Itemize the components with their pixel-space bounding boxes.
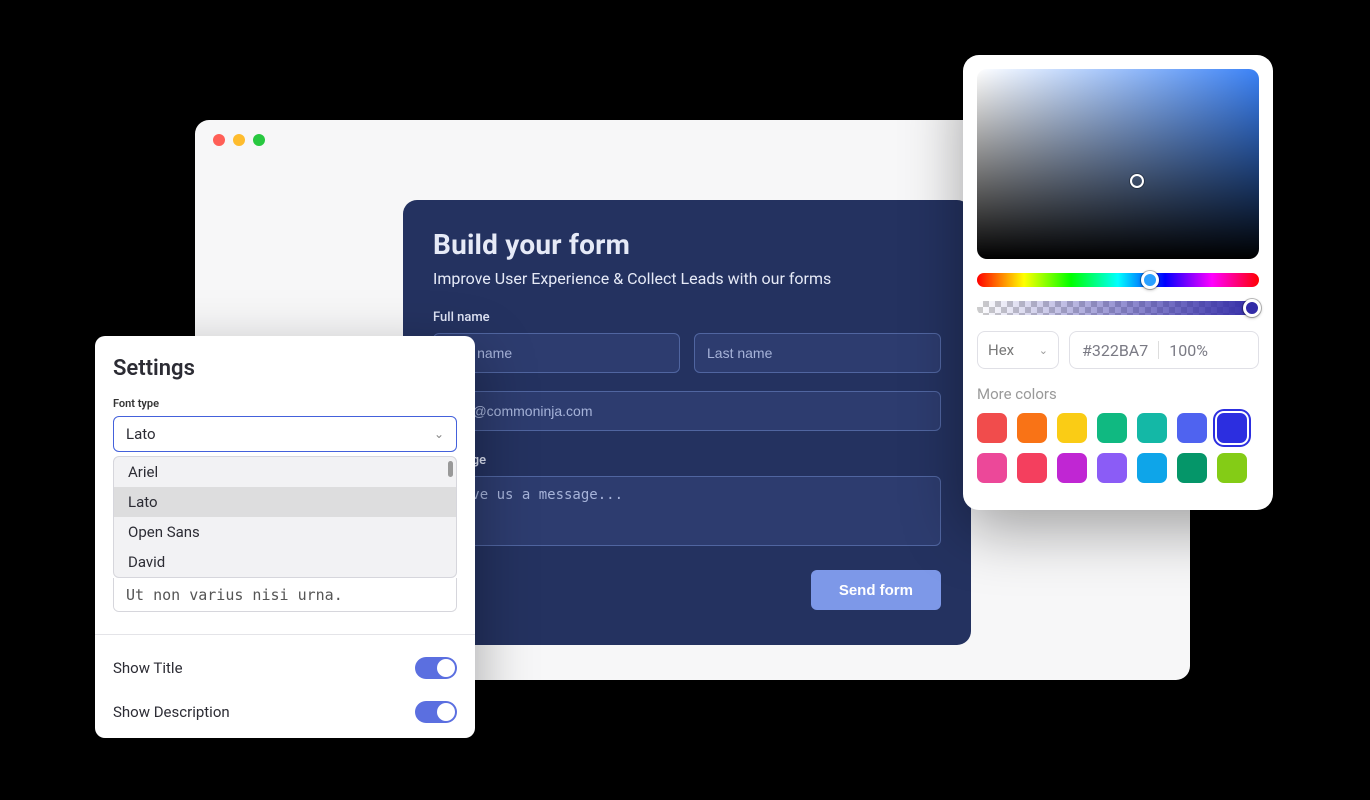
email-input[interactable] xyxy=(433,391,941,431)
saturation-value-area[interactable] xyxy=(977,69,1259,259)
send-form-button[interactable]: Send form xyxy=(811,570,941,610)
swatch-grid xyxy=(977,413,1259,483)
color-swatch[interactable] xyxy=(1097,453,1127,483)
show-title-toggle[interactable] xyxy=(415,657,457,679)
dropdown-option-lato[interactable]: Lato xyxy=(114,487,456,517)
chevron-down-icon: ⌄ xyxy=(1039,344,1048,357)
hue-thumb-icon[interactable] xyxy=(1141,271,1159,289)
alpha-thumb-icon[interactable] xyxy=(1243,299,1261,317)
more-colors-label: More colors xyxy=(977,385,1259,403)
alpha-value: 100% xyxy=(1169,341,1208,360)
color-swatch[interactable] xyxy=(1137,413,1167,443)
color-cursor-icon[interactable] xyxy=(1130,174,1144,188)
color-swatch[interactable] xyxy=(1097,413,1127,443)
color-swatch[interactable] xyxy=(1177,453,1207,483)
close-window-icon[interactable] xyxy=(213,134,225,146)
show-description-label: Show Description xyxy=(113,703,230,721)
settings-title: Settings xyxy=(113,356,457,381)
color-swatch[interactable] xyxy=(1177,413,1207,443)
color-swatch[interactable] xyxy=(1217,453,1247,483)
message-label: Message xyxy=(433,453,941,468)
hex-value: #322BA7 xyxy=(1082,341,1148,360)
color-swatch[interactable] xyxy=(1017,453,1047,483)
hex-input[interactable]: #322BA7 100% xyxy=(1069,331,1259,369)
dropdown-scrollbar[interactable] xyxy=(448,461,453,477)
color-swatch[interactable] xyxy=(977,413,1007,443)
color-swatch[interactable] xyxy=(1057,453,1087,483)
form-card: Build your form Improve User Experience … xyxy=(403,200,971,645)
show-description-toggle[interactable] xyxy=(415,701,457,723)
color-swatch[interactable] xyxy=(1017,413,1047,443)
dropdown-option-david[interactable]: David xyxy=(114,547,456,577)
alpha-slider[interactable] xyxy=(977,301,1259,315)
show-title-label: Show Title xyxy=(113,659,183,677)
color-swatch[interactable] xyxy=(1137,453,1167,483)
maximize-window-icon[interactable] xyxy=(253,134,265,146)
color-swatch[interactable] xyxy=(1057,413,1087,443)
message-textarea[interactable] xyxy=(433,476,941,546)
hue-slider[interactable] xyxy=(977,273,1259,287)
settings-textarea[interactable] xyxy=(113,578,457,612)
minimize-window-icon[interactable] xyxy=(233,134,245,146)
toggle-knob xyxy=(437,659,455,677)
chevron-down-icon: ⌄ xyxy=(434,427,444,441)
fullname-label: Full name xyxy=(433,310,941,325)
font-select-value: Lato xyxy=(126,425,156,443)
font-select[interactable]: Lato ⌄ xyxy=(113,416,457,452)
color-swatch[interactable] xyxy=(977,453,1007,483)
font-type-label: Font type xyxy=(113,397,457,410)
divider xyxy=(1158,341,1159,359)
form-title: Build your form xyxy=(433,228,941,261)
color-format-value: Hex xyxy=(988,341,1014,359)
settings-panel: Settings Font type Lato ⌄ Ariel Lato Ope… xyxy=(95,336,475,738)
form-subtitle: Improve User Experience & Collect Leads … xyxy=(433,269,941,288)
font-dropdown: Ariel Lato Open Sans David xyxy=(113,456,457,578)
dropdown-option-ariel[interactable]: Ariel xyxy=(114,457,456,487)
lastname-input[interactable] xyxy=(694,333,941,373)
color-picker-panel: Hex ⌄ #322BA7 100% More colors xyxy=(963,55,1273,510)
color-swatch[interactable] xyxy=(1217,413,1247,443)
color-format-select[interactable]: Hex ⌄ xyxy=(977,331,1059,369)
dropdown-option-opensans[interactable]: Open Sans xyxy=(114,517,456,547)
toggle-knob xyxy=(437,703,455,721)
divider xyxy=(95,634,475,635)
